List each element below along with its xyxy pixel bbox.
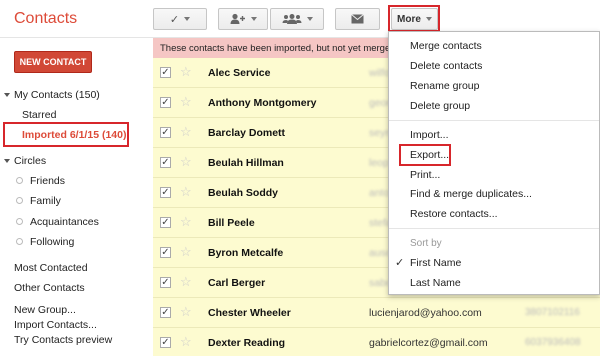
- envelope-icon: [351, 14, 364, 24]
- sidebar-item-label: My Contacts (150): [14, 89, 100, 101]
- checkmark-icon: ✓: [395, 257, 405, 269]
- sidebar-item-my-contacts[interactable]: My Contacts (150): [4, 89, 100, 101]
- menu-item-restore-contacts[interactable]: Restore contacts...: [410, 208, 498, 220]
- menu-item-export[interactable]: Export...: [410, 149, 449, 161]
- menu-item-merge-contacts[interactable]: Merge contacts: [410, 40, 482, 52]
- contact-name: Dexter Reading: [208, 337, 286, 349]
- app-title[interactable]: Contacts: [14, 10, 77, 28]
- import-contacts-link[interactable]: Import Contacts...: [14, 319, 97, 331]
- menu-item-sort-first-name[interactable]: First Name: [410, 257, 461, 269]
- contact-email: wilfo: [369, 67, 391, 79]
- circle-icon: [16, 238, 23, 245]
- menu-item-rename-group[interactable]: Rename group: [410, 80, 479, 92]
- star-icon[interactable]: ☆: [180, 304, 192, 320]
- row-checkbox[interactable]: ✓: [160, 127, 171, 138]
- select-button[interactable]: ✓: [153, 8, 207, 30]
- contact-phone: 6037936408: [525, 337, 581, 348]
- contact-name: Beulah Soddy: [208, 187, 279, 199]
- chevron-down-icon: [4, 93, 10, 98]
- circle-icon: [16, 177, 23, 184]
- menu-item-delete-group[interactable]: Delete group: [410, 100, 470, 112]
- contact-name: Anthony Montgomery: [208, 97, 317, 109]
- add-person-icon: [230, 13, 245, 24]
- sidebar-item-circles[interactable]: Circles: [4, 155, 46, 167]
- menu-item-delete-contacts[interactable]: Delete contacts: [410, 60, 482, 72]
- sidebar-item-starred[interactable]: Starred: [22, 109, 56, 121]
- contact-name: Carl Berger: [208, 277, 266, 289]
- row-checkbox[interactable]: ✓: [160, 277, 171, 288]
- sidebar-item-following[interactable]: Following: [30, 236, 74, 248]
- contact-email: leop: [369, 157, 389, 169]
- add-to-group-button[interactable]: [218, 8, 268, 30]
- row-checkbox[interactable]: ✓: [160, 67, 171, 78]
- sidebar-item-family[interactable]: Family: [30, 195, 61, 207]
- row-checkbox[interactable]: ✓: [160, 247, 171, 258]
- chevron-down-icon: [425, 17, 432, 21]
- groups-button[interactable]: [270, 8, 324, 30]
- circle-icon: [16, 197, 23, 204]
- star-icon[interactable]: ☆: [180, 214, 192, 230]
- more-button[interactable]: More: [391, 8, 438, 30]
- contact-name: Beulah Hillman: [208, 157, 284, 169]
- menu-divider: [389, 228, 599, 229]
- menu-item-import[interactable]: Import...: [410, 129, 449, 141]
- menu-item-find-merge-duplicates[interactable]: Find & merge duplicates...: [410, 188, 532, 200]
- circle-icon: [16, 218, 23, 225]
- more-label: More: [397, 13, 421, 25]
- chevron-down-icon: [250, 17, 257, 21]
- star-icon[interactable]: ☆: [180, 334, 192, 350]
- table-row[interactable]: ✓ ☆ Dexter Reading gabrielcortez@gmail.com 6…: [153, 328, 600, 356]
- sidebar-item-acquaintances[interactable]: Acquaintances: [30, 216, 99, 228]
- sidebar-item-imported[interactable]: Imported 6/1/15 (140): [22, 129, 126, 141]
- menu-item-sort-last-name[interactable]: Last Name: [410, 277, 461, 289]
- row-checkbox[interactable]: ✓: [160, 337, 171, 348]
- sidebar-item-friends[interactable]: Friends: [30, 175, 65, 187]
- star-icon[interactable]: ☆: [180, 244, 192, 260]
- contact-email: gabrielcortez@gmail.com: [369, 337, 488, 349]
- group-icon: [282, 14, 301, 24]
- contact-email: anto: [369, 187, 390, 199]
- new-contact-button[interactable]: NEW CONTACT: [14, 51, 92, 73]
- sidebar-item-other-contacts[interactable]: Other Contacts: [14, 282, 85, 294]
- try-preview-link[interactable]: Try Contacts preview: [14, 334, 112, 346]
- star-icon[interactable]: ☆: [180, 184, 192, 200]
- star-icon[interactable]: ☆: [180, 154, 192, 170]
- contact-email: lucienjarod@yahoo.com: [369, 307, 482, 319]
- more-menu: Merge contacts Delete contacts Rename gr…: [388, 31, 600, 295]
- chevron-down-icon: [184, 17, 191, 21]
- star-icon[interactable]: ☆: [180, 94, 192, 110]
- star-icon[interactable]: ☆: [180, 274, 192, 290]
- checkmark-icon: ✓: [169, 13, 180, 26]
- sidebar: NEW CONTACT My Contacts (150) Starred Im…: [0, 38, 150, 356]
- table-row[interactable]: ✓ ☆ Chester Wheeler lucienjarod@yahoo.com 38…: [153, 298, 600, 328]
- row-checkbox[interactable]: ✓: [160, 307, 171, 318]
- contact-name: Chester Wheeler: [208, 307, 291, 319]
- sidebar-item-label: Circles: [14, 155, 47, 167]
- menu-divider: [389, 120, 599, 121]
- contacts-app: Contacts ✓ More NEW CONTACT My Contacts …: [0, 0, 600, 356]
- row-checkbox[interactable]: ✓: [160, 157, 171, 168]
- sort-by-heading: Sort by: [410, 238, 442, 249]
- contact-name: Alec Service: [208, 67, 271, 79]
- star-icon[interactable]: ☆: [180, 124, 192, 140]
- contact-name: Barclay Domett: [208, 127, 286, 139]
- contact-phone: 3807102116: [525, 307, 580, 318]
- sidebar-item-most-contacted[interactable]: Most Contacted: [14, 262, 88, 274]
- contact-name: Bill Peele: [208, 217, 255, 229]
- contact-name: Byron Metcalfe: [208, 247, 284, 259]
- chevron-down-icon: [4, 159, 10, 164]
- star-icon[interactable]: ☆: [180, 64, 192, 80]
- contact-email: geor: [369, 97, 391, 109]
- chevron-down-icon: [306, 17, 313, 21]
- row-checkbox[interactable]: ✓: [160, 97, 171, 108]
- row-checkbox[interactable]: ✓: [160, 187, 171, 198]
- row-checkbox[interactable]: ✓: [160, 217, 171, 228]
- new-group-link[interactable]: New Group...: [14, 304, 76, 316]
- menu-item-print[interactable]: Print...: [410, 169, 440, 181]
- email-button[interactable]: [335, 8, 380, 30]
